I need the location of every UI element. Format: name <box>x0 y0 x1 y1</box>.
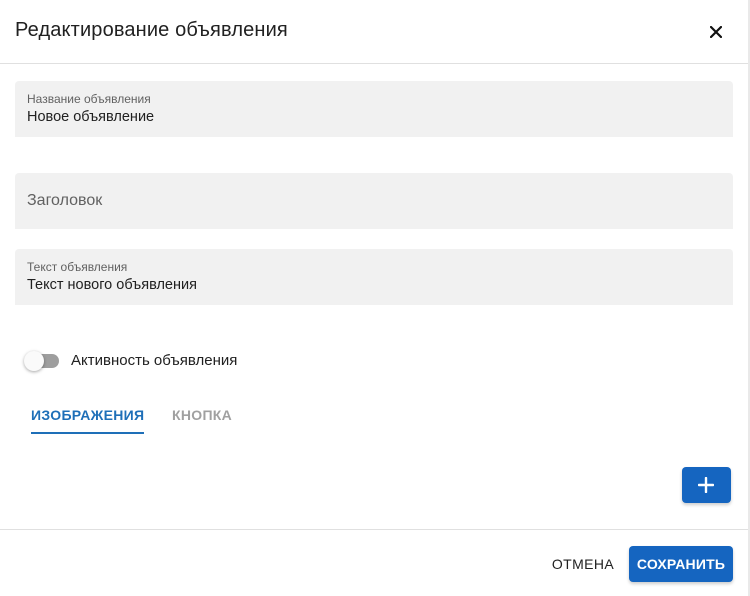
cancel-button[interactable]: ОТМЕНА <box>544 546 622 582</box>
ad-name-value[interactable]: Новое объявление <box>27 109 154 125</box>
ad-text-label: Текст объявления <box>27 260 128 274</box>
toggle-thumb <box>24 351 44 371</box>
active-toggle-label: Активность объявления <box>71 352 238 369</box>
dialog-footer: ОТМЕНА СОХРАНИТЬ <box>0 529 750 596</box>
tab-button[interactable]: КНОПКА <box>172 394 232 434</box>
plus-icon <box>698 477 714 493</box>
active-toggle[interactable] <box>23 349 63 373</box>
ad-text-value[interactable]: Текст нового объявления <box>27 277 197 293</box>
edit-ad-dialog: Редактирование объявления Название объяв… <box>0 0 750 596</box>
ad-name-label: Название объявления <box>27 92 151 106</box>
heading-placeholder[interactable]: Заголовок <box>27 192 102 210</box>
tab-images[interactable]: ИЗОБРАЖЕНИЯ <box>31 394 145 434</box>
ad-name-field[interactable]: Название объявления Новое объявление <box>15 81 733 137</box>
dialog-header: Редактирование объявления <box>0 0 750 64</box>
close-button[interactable] <box>700 16 732 48</box>
add-image-button[interactable] <box>682 467 731 503</box>
dialog-title: Редактирование объявления <box>15 19 288 41</box>
ad-text-field[interactable]: Текст объявления Текст нового объявления <box>15 249 733 305</box>
heading-field[interactable]: Заголовок <box>15 173 733 229</box>
close-icon <box>710 26 722 38</box>
save-button[interactable]: СОХРАНИТЬ <box>629 546 733 582</box>
